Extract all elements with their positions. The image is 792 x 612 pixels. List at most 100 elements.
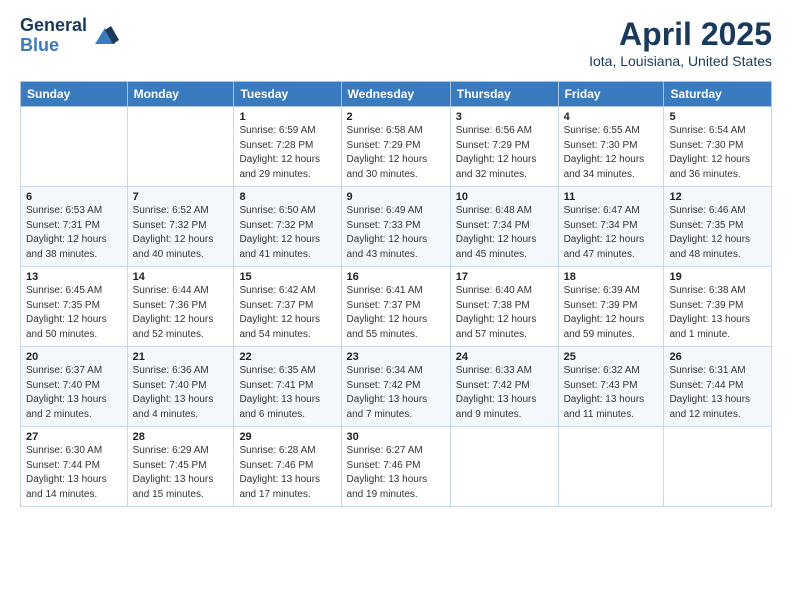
week-row-5: 27Sunrise: 6:30 AM Sunset: 7:44 PM Dayli… (21, 427, 772, 507)
day-info: Sunrise: 6:35 AM Sunset: 7:41 PM Dayligh… (239, 364, 335, 422)
day-info: Sunrise: 6:55 AM Sunset: 7:30 PM Dayligh… (564, 124, 659, 182)
day-info: Sunrise: 6:56 AM Sunset: 7:29 PM Dayligh… (456, 124, 553, 182)
day-info: Sunrise: 6:45 AM Sunset: 7:35 PM Dayligh… (26, 284, 122, 342)
day-cell (558, 427, 664, 507)
day-info: Sunrise: 6:42 AM Sunset: 7:37 PM Dayligh… (239, 284, 335, 342)
day-cell: 19Sunrise: 6:38 AM Sunset: 7:39 PM Dayli… (664, 267, 772, 347)
day-cell: 11Sunrise: 6:47 AM Sunset: 7:34 PM Dayli… (558, 187, 664, 267)
logo-text: General Blue (20, 16, 87, 56)
day-info: Sunrise: 6:32 AM Sunset: 7:43 PM Dayligh… (564, 364, 659, 422)
day-info: Sunrise: 6:37 AM Sunset: 7:40 PM Dayligh… (26, 364, 122, 422)
day-number: 3 (456, 111, 553, 123)
day-info: Sunrise: 6:52 AM Sunset: 7:32 PM Dayligh… (133, 204, 229, 262)
col-header-thursday: Thursday (450, 82, 558, 107)
month-title: April 2025 (589, 16, 772, 53)
day-info: Sunrise: 6:31 AM Sunset: 7:44 PM Dayligh… (669, 364, 766, 422)
location-title: Iota, Louisiana, United States (589, 53, 772, 69)
day-info: Sunrise: 6:58 AM Sunset: 7:29 PM Dayligh… (347, 124, 445, 182)
col-header-tuesday: Tuesday (234, 82, 341, 107)
day-info: Sunrise: 6:40 AM Sunset: 7:38 PM Dayligh… (456, 284, 553, 342)
col-header-monday: Monday (127, 82, 234, 107)
day-cell: 13Sunrise: 6:45 AM Sunset: 7:35 PM Dayli… (21, 267, 128, 347)
header: General Blue April 2025 Iota, Louisiana,… (20, 16, 772, 69)
day-cell: 29Sunrise: 6:28 AM Sunset: 7:46 PM Dayli… (234, 427, 341, 507)
day-info: Sunrise: 6:29 AM Sunset: 7:45 PM Dayligh… (133, 444, 229, 502)
day-cell (450, 427, 558, 507)
day-number: 4 (564, 111, 659, 123)
day-info: Sunrise: 6:38 AM Sunset: 7:39 PM Dayligh… (669, 284, 766, 342)
logo-line1: General (20, 16, 87, 36)
day-info: Sunrise: 6:53 AM Sunset: 7:31 PM Dayligh… (26, 204, 122, 262)
day-info: Sunrise: 6:33 AM Sunset: 7:42 PM Dayligh… (456, 364, 553, 422)
day-cell (127, 107, 234, 187)
header-row: SundayMondayTuesdayWednesdayThursdayFrid… (21, 82, 772, 107)
day-number: 14 (133, 271, 229, 283)
day-cell: 1Sunrise: 6:59 AM Sunset: 7:28 PM Daylig… (234, 107, 341, 187)
day-info: Sunrise: 6:46 AM Sunset: 7:35 PM Dayligh… (669, 204, 766, 262)
day-number: 17 (456, 271, 553, 283)
day-cell: 7Sunrise: 6:52 AM Sunset: 7:32 PM Daylig… (127, 187, 234, 267)
calendar-header: SundayMondayTuesdayWednesdayThursdayFrid… (21, 82, 772, 107)
day-info: Sunrise: 6:27 AM Sunset: 7:46 PM Dayligh… (347, 444, 445, 502)
day-number: 11 (564, 191, 659, 203)
day-number: 15 (239, 271, 335, 283)
title-block: April 2025 Iota, Louisiana, United State… (589, 16, 772, 69)
day-cell (21, 107, 128, 187)
day-number: 29 (239, 431, 335, 443)
day-cell: 25Sunrise: 6:32 AM Sunset: 7:43 PM Dayli… (558, 347, 664, 427)
day-cell: 10Sunrise: 6:48 AM Sunset: 7:34 PM Dayli… (450, 187, 558, 267)
day-cell: 27Sunrise: 6:30 AM Sunset: 7:44 PM Dayli… (21, 427, 128, 507)
page: General Blue April 2025 Iota, Louisiana,… (0, 0, 792, 612)
week-row-2: 6Sunrise: 6:53 AM Sunset: 7:31 PM Daylig… (21, 187, 772, 267)
day-number: 8 (239, 191, 335, 203)
day-info: Sunrise: 6:36 AM Sunset: 7:40 PM Dayligh… (133, 364, 229, 422)
day-cell: 23Sunrise: 6:34 AM Sunset: 7:42 PM Dayli… (341, 347, 450, 427)
day-info: Sunrise: 6:44 AM Sunset: 7:36 PM Dayligh… (133, 284, 229, 342)
day-number: 10 (456, 191, 553, 203)
day-number: 9 (347, 191, 445, 203)
col-header-sunday: Sunday (21, 82, 128, 107)
day-cell: 9Sunrise: 6:49 AM Sunset: 7:33 PM Daylig… (341, 187, 450, 267)
day-number: 23 (347, 351, 445, 363)
day-number: 30 (347, 431, 445, 443)
day-cell: 22Sunrise: 6:35 AM Sunset: 7:41 PM Dayli… (234, 347, 341, 427)
day-number: 22 (239, 351, 335, 363)
day-cell: 18Sunrise: 6:39 AM Sunset: 7:39 PM Dayli… (558, 267, 664, 347)
day-number: 1 (239, 111, 335, 123)
day-cell: 8Sunrise: 6:50 AM Sunset: 7:32 PM Daylig… (234, 187, 341, 267)
day-cell: 12Sunrise: 6:46 AM Sunset: 7:35 PM Dayli… (664, 187, 772, 267)
day-cell: 2Sunrise: 6:58 AM Sunset: 7:29 PM Daylig… (341, 107, 450, 187)
day-cell: 5Sunrise: 6:54 AM Sunset: 7:30 PM Daylig… (664, 107, 772, 187)
day-cell: 17Sunrise: 6:40 AM Sunset: 7:38 PM Dayli… (450, 267, 558, 347)
week-row-1: 1Sunrise: 6:59 AM Sunset: 7:28 PM Daylig… (21, 107, 772, 187)
calendar-table: SundayMondayTuesdayWednesdayThursdayFrid… (20, 81, 772, 507)
day-number: 27 (26, 431, 122, 443)
logo-icon (91, 22, 119, 50)
day-info: Sunrise: 6:39 AM Sunset: 7:39 PM Dayligh… (564, 284, 659, 342)
day-number: 2 (347, 111, 445, 123)
logo: General Blue (20, 16, 119, 56)
day-info: Sunrise: 6:30 AM Sunset: 7:44 PM Dayligh… (26, 444, 122, 502)
day-number: 28 (133, 431, 229, 443)
col-header-friday: Friday (558, 82, 664, 107)
day-info: Sunrise: 6:54 AM Sunset: 7:30 PM Dayligh… (669, 124, 766, 182)
day-cell: 6Sunrise: 6:53 AM Sunset: 7:31 PM Daylig… (21, 187, 128, 267)
day-cell: 24Sunrise: 6:33 AM Sunset: 7:42 PM Dayli… (450, 347, 558, 427)
day-cell: 20Sunrise: 6:37 AM Sunset: 7:40 PM Dayli… (21, 347, 128, 427)
col-header-wednesday: Wednesday (341, 82, 450, 107)
day-number: 7 (133, 191, 229, 203)
day-cell: 21Sunrise: 6:36 AM Sunset: 7:40 PM Dayli… (127, 347, 234, 427)
day-cell: 14Sunrise: 6:44 AM Sunset: 7:36 PM Dayli… (127, 267, 234, 347)
day-info: Sunrise: 6:28 AM Sunset: 7:46 PM Dayligh… (239, 444, 335, 502)
day-cell: 4Sunrise: 6:55 AM Sunset: 7:30 PM Daylig… (558, 107, 664, 187)
day-cell (664, 427, 772, 507)
day-info: Sunrise: 6:50 AM Sunset: 7:32 PM Dayligh… (239, 204, 335, 262)
col-header-saturday: Saturday (664, 82, 772, 107)
day-number: 13 (26, 271, 122, 283)
day-info: Sunrise: 6:48 AM Sunset: 7:34 PM Dayligh… (456, 204, 553, 262)
day-cell: 15Sunrise: 6:42 AM Sunset: 7:37 PM Dayli… (234, 267, 341, 347)
day-cell: 16Sunrise: 6:41 AM Sunset: 7:37 PM Dayli… (341, 267, 450, 347)
day-number: 20 (26, 351, 122, 363)
day-number: 6 (26, 191, 122, 203)
day-cell: 3Sunrise: 6:56 AM Sunset: 7:29 PM Daylig… (450, 107, 558, 187)
